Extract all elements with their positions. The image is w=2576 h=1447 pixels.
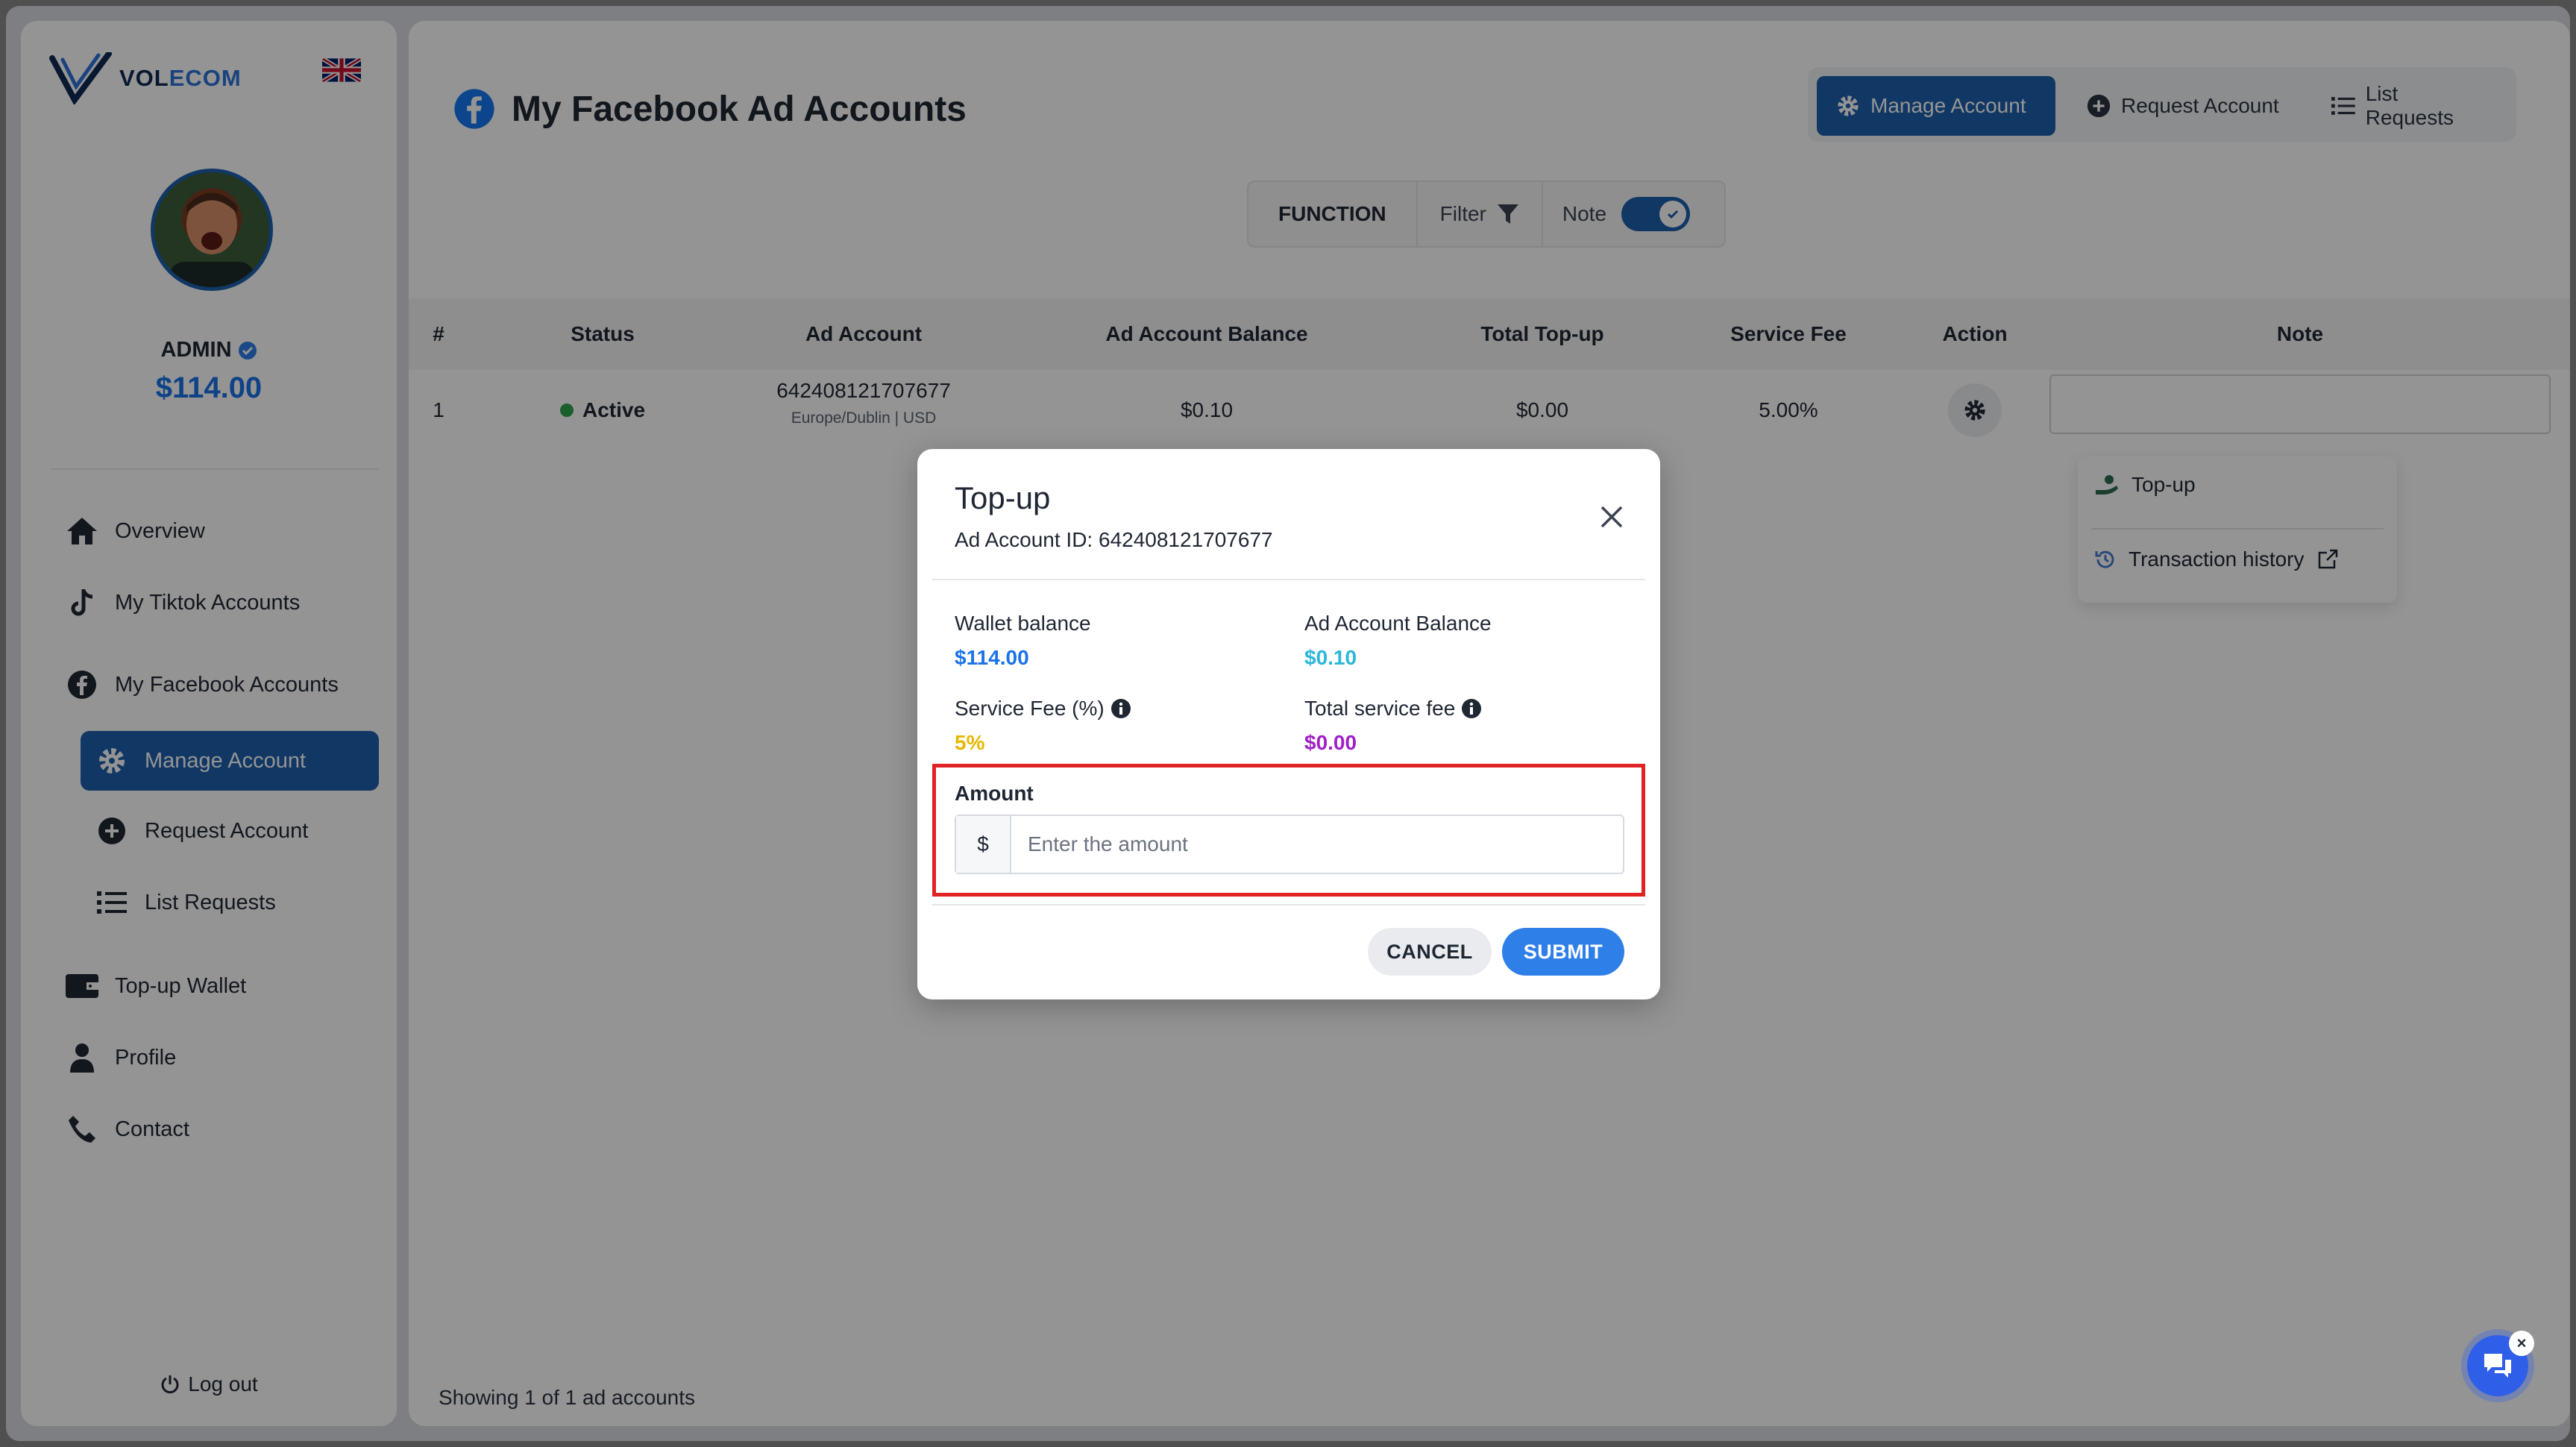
close-button[interactable] [1596, 501, 1627, 533]
topup-modal: Top-up Ad Account ID: 642408121707677 Wa… [917, 449, 1660, 999]
close-icon [1600, 506, 1623, 528]
service-fee-value: 5% [955, 731, 985, 754]
wallet-balance-block: Wallet balance $114.00 [955, 612, 1091, 670]
info-icon[interactable] [1110, 698, 1131, 719]
amount-label: Amount [955, 782, 1034, 805]
total-service-fee-label-row: Total service fee [1304, 697, 1482, 721]
info-icon[interactable] [1461, 698, 1482, 719]
ad-account-balance-label: Ad Account Balance [1304, 612, 1492, 635]
service-fee-block: Service Fee (%) 5% [955, 697, 1131, 755]
ad-account-balance-block: Ad Account Balance $0.10 [1304, 612, 1492, 670]
ad-account-balance-value: $0.10 [1304, 646, 1357, 669]
total-service-fee-block: Total service fee $0.00 [1304, 697, 1482, 755]
amount-field: $ [955, 814, 1624, 874]
modal-title: Top-up [955, 480, 1051, 515]
modal-subtitle: Ad Account ID: 642408121707677 [955, 528, 1273, 551]
submit-button[interactable]: SUBMIT [1502, 928, 1624, 976]
wallet-balance-value: $114.00 [955, 646, 1029, 669]
chat-icon [2484, 1354, 2511, 1378]
total-service-fee-label: Total service fee [1304, 697, 1456, 720]
currency-prefix: $ [956, 816, 1011, 873]
modal-footer-divider [932, 904, 1645, 905]
service-fee-label-row: Service Fee (%) [955, 697, 1131, 721]
wallet-balance-label: Wallet balance [955, 612, 1091, 635]
service-fee-label: Service Fee (%) [955, 697, 1105, 720]
modal-divider [932, 579, 1645, 580]
chat-close-icon[interactable]: × [2509, 1331, 2534, 1356]
total-service-fee-value: $0.00 [1304, 731, 1357, 754]
amount-input[interactable] [1011, 816, 1623, 873]
cancel-button[interactable]: CANCEL [1368, 928, 1492, 976]
